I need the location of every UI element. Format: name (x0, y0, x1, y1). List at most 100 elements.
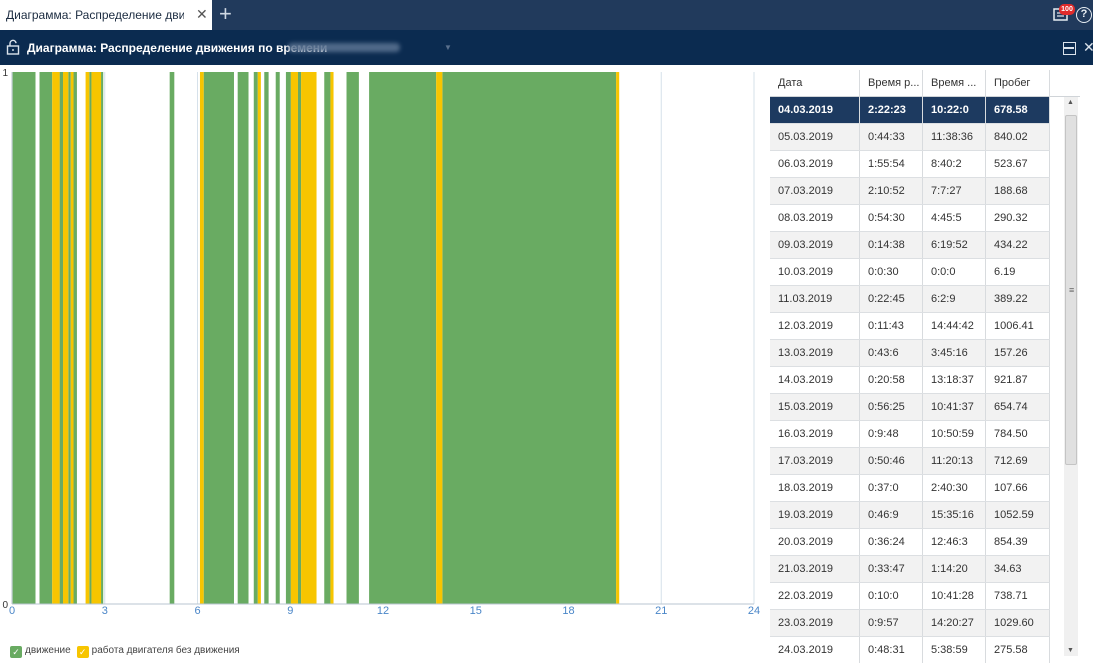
cell-date: 09.03.2019 (770, 232, 860, 258)
movement-time-chart: 0 3 6 9 12 15 18 21 24 0 1 (2, 68, 760, 617)
table-header: Дата Время р... Время ... Пробег (770, 70, 1080, 97)
cell-engine-time: 0:56:25 (860, 394, 923, 420)
table-row[interactable]: 22.03.2019 0:10:0 10:41:28 738.71 (770, 583, 1050, 610)
y-tick-label: 0 (2, 600, 8, 611)
cell-mileage: 1029.60 (986, 610, 1050, 636)
cell-movement-time: 12:46:3 (923, 529, 986, 555)
x-tick-label: 21 (655, 605, 667, 617)
cell-mileage: 678.58 (986, 97, 1050, 123)
y-tick-label: 1 (2, 68, 8, 79)
add-tab-icon[interactable]: + (219, 3, 232, 25)
scrollbar-thumb[interactable]: ≡ (1065, 115, 1077, 465)
interval-bar (346, 72, 359, 604)
table-row[interactable]: 08.03.2019 0:54:30 4:45:5 290.32 (770, 205, 1050, 232)
interval-bar (73, 72, 77, 604)
cell-movement-time: 1:14:20 (923, 556, 986, 582)
tab-title: Диаграмма: Распределение движ... (6, 8, 184, 22)
close-panel-icon[interactable]: ✕ (1083, 40, 1093, 54)
cell-date: 17.03.2019 (770, 448, 860, 474)
cell-engine-time: 0:36:24 (860, 529, 923, 555)
scroll-down-icon[interactable]: ▼ (1067, 647, 1074, 654)
table-row[interactable]: 17.03.2019 0:50:46 11:20:13 712.69 (770, 448, 1050, 475)
table-row[interactable]: 16.03.2019 0:9:48 10:50:59 784.50 (770, 421, 1050, 448)
interval-bar (253, 72, 258, 604)
tab-close-icon[interactable]: ✕ (196, 6, 208, 22)
table-row[interactable]: 10.03.2019 0:0:30 0:0:0 6.19 (770, 259, 1050, 286)
cell-movement-time: 2:40:30 (923, 475, 986, 501)
x-tick-label: 0 (9, 605, 15, 617)
table-row[interactable]: 23.03.2019 0:9:57 14:20:27 1029.60 (770, 610, 1050, 637)
cell-engine-time: 0:0:30 (860, 259, 923, 285)
table-row[interactable]: 05.03.2019 0:44:33 11:38:36 840.02 (770, 124, 1050, 151)
column-header-date[interactable]: Дата (770, 70, 860, 97)
table-row[interactable]: 21.03.2019 0:33:47 1:14:20 34.63 (770, 556, 1050, 583)
cell-mileage: 784.50 (986, 421, 1050, 447)
scroll-up-icon[interactable]: ▲ (1067, 99, 1074, 106)
table-row[interactable]: 14.03.2019 0:20:58 13:18:37 921.87 (770, 367, 1050, 394)
cell-mileage: 738.71 (986, 583, 1050, 609)
interval-bar (330, 72, 334, 604)
interval-bar (203, 72, 234, 604)
column-header-engine-time[interactable]: Время р... (860, 70, 923, 97)
x-tick-label: 18 (562, 605, 574, 617)
tab-diagram[interactable]: Диаграмма: Распределение движ... ✕ (0, 0, 212, 30)
x-tick-label: 15 (470, 605, 482, 617)
table-row[interactable]: 06.03.2019 1:55:54 8:40:2 523.67 (770, 151, 1050, 178)
table-scrollbar[interactable]: ▲ ≡ ▼ (1064, 97, 1078, 656)
chart-legend: ✓ движение ✓ работа двигателя без движения (10, 645, 246, 659)
cell-date: 18.03.2019 (770, 475, 860, 501)
interval-bar (89, 72, 92, 604)
table-row[interactable]: 13.03.2019 0:43:6 3:45:16 157.26 (770, 340, 1050, 367)
cell-movement-time: 5:38:59 (923, 637, 986, 663)
table-row[interactable]: 19.03.2019 0:46:9 15:35:16 1052.59 (770, 502, 1050, 529)
chevron-down-icon[interactable]: ▼ (444, 43, 452, 52)
cell-movement-time: 3:45:16 (923, 340, 986, 366)
table-row[interactable]: 24.03.2019 0:48:31 5:38:59 275.58 (770, 637, 1050, 663)
column-header-movement-time[interactable]: Время ... (923, 70, 986, 97)
table-row[interactable]: 09.03.2019 0:14:38 6:19:52 434.22 (770, 232, 1050, 259)
cell-engine-time: 0:11:43 (860, 313, 923, 339)
legend-item[interactable]: ✓ движение (10, 645, 71, 658)
cell-movement-time: 10:22:0 (923, 97, 986, 123)
cell-movement-time: 13:18:37 (923, 367, 986, 393)
interval-bar (70, 72, 74, 604)
cell-date: 05.03.2019 (770, 124, 860, 150)
layout-toggle-icon[interactable] (1063, 42, 1076, 55)
cell-mileage: 840.02 (986, 124, 1050, 150)
help-icon[interactable]: ? (1076, 7, 1092, 23)
column-header-mileage[interactable]: Пробег (986, 70, 1050, 97)
legend-label: движение (25, 645, 71, 656)
table-row[interactable]: 20.03.2019 0:36:24 12:46:3 854.39 (770, 529, 1050, 556)
legend-label: работа двигателя без движения (91, 645, 240, 656)
cell-engine-time: 0:33:47 (860, 556, 923, 582)
cell-date: 19.03.2019 (770, 502, 860, 528)
cell-engine-time: 0:9:48 (860, 421, 923, 447)
unlock-icon[interactable] (6, 39, 20, 55)
cell-movement-time: 14:20:27 (923, 610, 986, 636)
cell-date: 06.03.2019 (770, 151, 860, 177)
interval-bar (301, 72, 317, 604)
interval-bar (101, 72, 104, 604)
legend-item[interactable]: ✓ работа двигателя без движения (76, 645, 240, 658)
interval-bar (169, 72, 175, 604)
checkbox-icon[interactable]: ✓ (76, 646, 89, 658)
table-row[interactable]: 15.03.2019 0:56:25 10:41:37 654.74 (770, 394, 1050, 421)
grip-icon: ≡ (1069, 285, 1075, 295)
object-selector[interactable] (288, 43, 400, 52)
cell-movement-time: 7:7:27 (923, 178, 986, 204)
table-row[interactable]: 11.03.2019 0:22:45 6:2:9 389.22 (770, 286, 1050, 313)
tab-bar: Диаграмма: Распределение движ... ✕ + 100… (0, 0, 1093, 30)
table-row[interactable]: 07.03.2019 2:10:52 7:7:27 188.68 (770, 178, 1050, 205)
interval-bar (52, 72, 60, 604)
cell-date: 12.03.2019 (770, 313, 860, 339)
app-window: Диаграмма: Распределение движ... ✕ + 100… (0, 0, 1093, 663)
cell-engine-time: 1:55:54 (860, 151, 923, 177)
table-row[interactable]: 04.03.2019 2:22:23 10:22:0 678.58 (770, 97, 1050, 124)
checkbox-icon[interactable]: ✓ (10, 646, 22, 658)
interval-bar (324, 72, 331, 604)
cell-engine-time: 2:22:23 (860, 97, 923, 123)
cell-movement-time: 4:45:5 (923, 205, 986, 231)
table-row[interactable]: 12.03.2019 0:11:43 14:44:42 1006.41 (770, 313, 1050, 340)
table-row[interactable]: 18.03.2019 0:37:0 2:40:30 107.66 (770, 475, 1050, 502)
cell-date: 07.03.2019 (770, 178, 860, 204)
